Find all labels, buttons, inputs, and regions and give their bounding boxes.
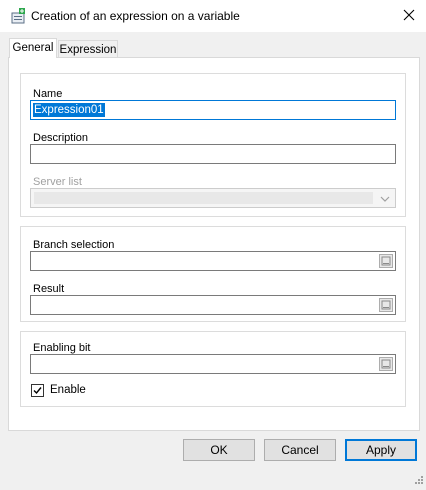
browse-icon[interactable] [379,357,393,371]
enable-checkbox[interactable] [31,384,44,397]
enabling-bit-label: Enabling bit [33,342,91,354]
title-bar: Creation of an expression on a variable [0,0,426,32]
name-value: Expression01 [33,103,105,117]
branch-selection-field[interactable] [30,251,396,271]
browse-icon[interactable] [379,298,393,312]
tab-general[interactable]: General [9,38,57,58]
apply-button[interactable]: Apply [345,439,417,461]
name-field[interactable]: Expression01 [30,100,396,120]
close-icon [403,9,415,24]
variable-expression-icon [10,8,26,24]
name-label: Name [33,88,63,100]
window-title: Creation of an expression on a variable [31,9,240,23]
description-field[interactable] [30,144,396,164]
result-field[interactable] [30,295,396,315]
server-list-value [34,192,373,204]
enabling-bit-field[interactable] [30,354,396,374]
resize-grip-icon[interactable] [412,475,424,487]
ok-button[interactable]: OK [183,439,255,461]
branch-selection-label: Branch selection [33,239,115,251]
chevron-down-icon [379,193,391,205]
browse-icon[interactable] [379,254,393,268]
server-list-label: Server list [33,176,82,188]
description-label: Description [33,132,89,144]
cancel-button[interactable]: Cancel [264,439,336,461]
close-button[interactable] [392,0,426,32]
tab-expression[interactable]: Expression [58,40,118,58]
result-label: Result [33,283,65,295]
enable-label: Enable [50,384,86,396]
server-list-dropdown[interactable] [30,188,396,208]
